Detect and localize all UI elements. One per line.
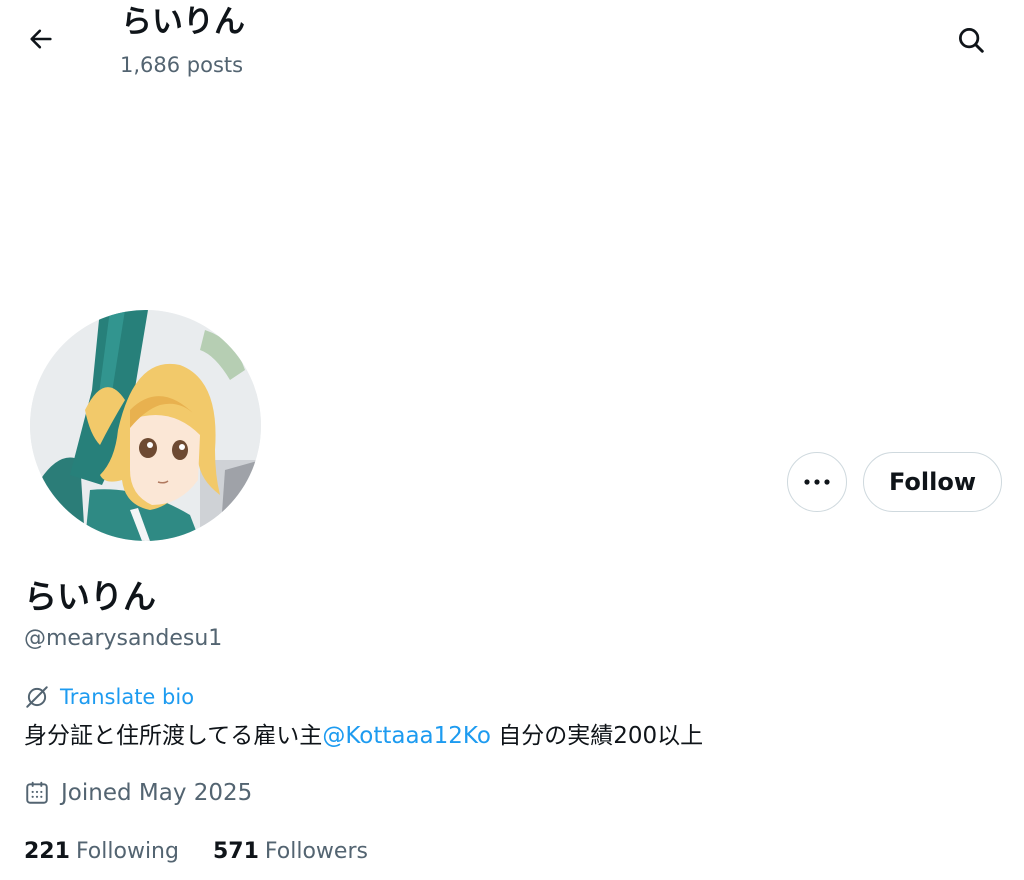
followers-link[interactable]: 571 Followers: [213, 836, 368, 868]
calendar-icon: [26, 781, 48, 804]
display-name: らいりん: [24, 577, 156, 616]
followers-label: Followers: [264, 839, 368, 864]
avatar-image: [30, 310, 261, 541]
user-handle: @mearysandesu1: [24, 626, 223, 651]
following-count: 221: [24, 839, 70, 864]
bio: 身分証と住所渡してる雇い主@Kottaaa12Ko 自分の実績200以上: [24, 720, 703, 752]
follow-stats: 221 Following 571 Followers: [24, 836, 368, 868]
arrow-left-icon: [30, 29, 52, 49]
more-options-button[interactable]: [787, 452, 847, 512]
header-title: らいりん: [121, 4, 245, 40]
join-date-label: Joined May 2025: [61, 780, 253, 806]
search-icon: [959, 28, 984, 53]
search-button[interactable]: [951, 20, 991, 60]
more-horizontal-icon: [804, 479, 830, 485]
bio-text: 身分証と住所渡してる雇い主: [24, 723, 323, 749]
translate-icon: [26, 686, 48, 708]
following-label: Following: [75, 839, 179, 864]
join-date: Joined May 2025: [24, 777, 252, 809]
following-link[interactable]: 221 Following: [24, 836, 179, 868]
top-bar: らいりん 1,686 posts: [0, 0, 1024, 95]
back-button[interactable]: [22, 20, 60, 58]
translate-bio-label: Translate bio: [60, 685, 195, 709]
followers-count: 571: [212, 839, 259, 864]
bio-text-end: 自分の実績200以上: [490, 723, 704, 749]
post-count: 1,686 posts: [120, 53, 244, 77]
translate-bio-link[interactable]: Translate bio: [24, 682, 194, 712]
follow-button[interactable]: Follow: [863, 452, 1002, 512]
bio-mention-link[interactable]: @Kottaaa12Ko: [322, 723, 491, 749]
avatar[interactable]: [30, 310, 261, 541]
